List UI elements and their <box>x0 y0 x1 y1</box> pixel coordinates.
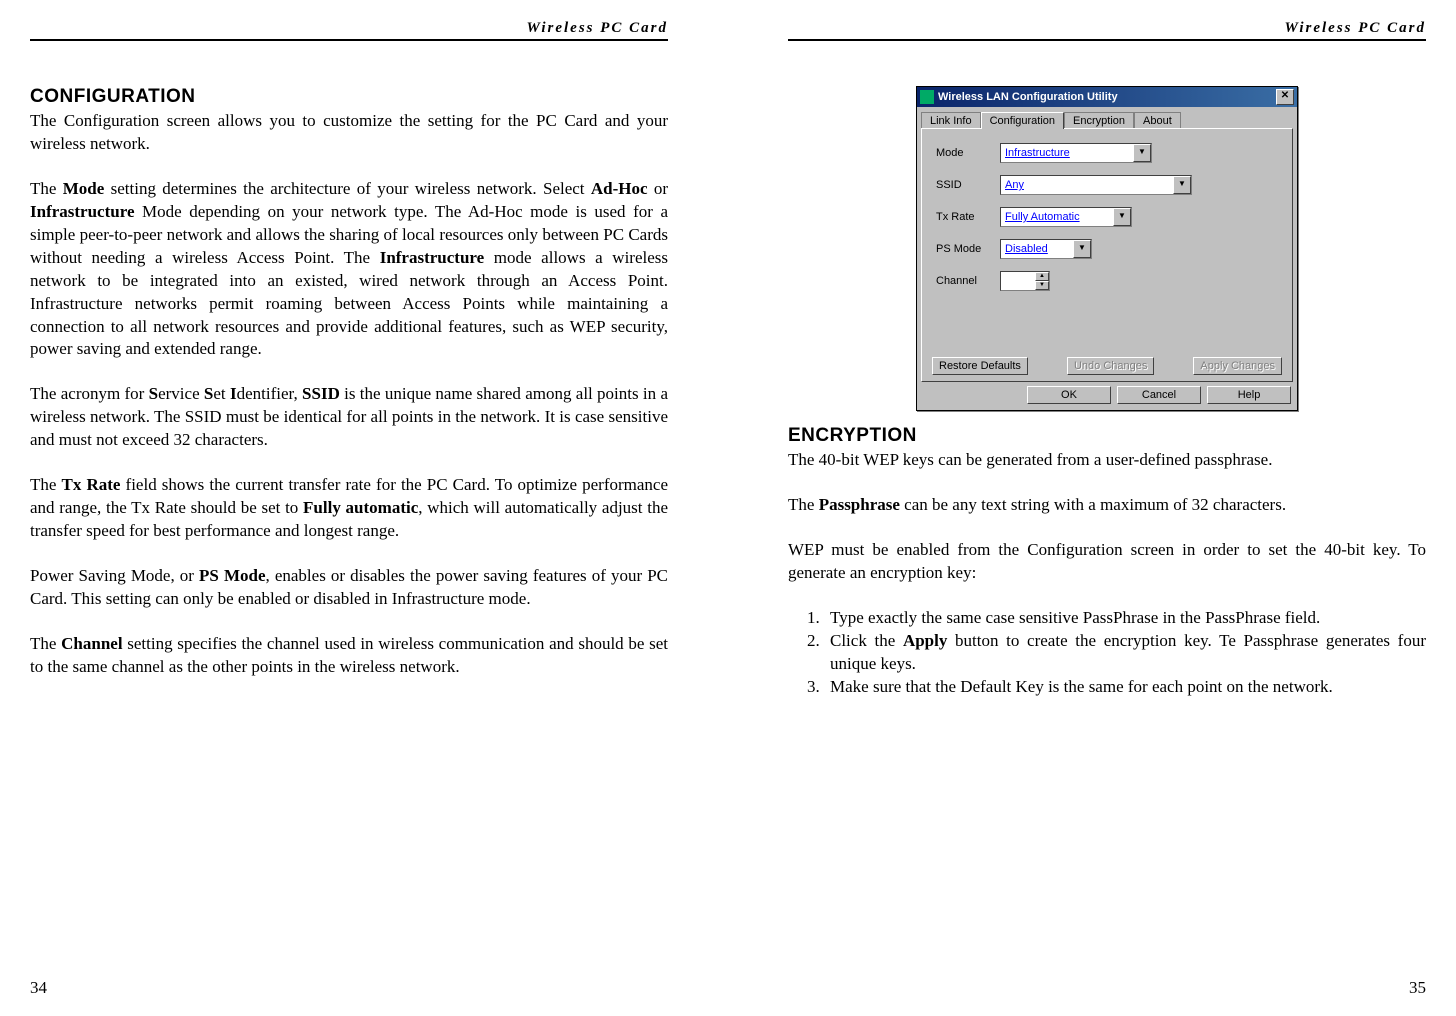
step-2: Click the Apply button to create the enc… <box>824 630 1426 676</box>
header-right: Wireless PC Card <box>788 20 1426 41</box>
channel-paragraph: The Channel setting specifies the channe… <box>30 633 668 679</box>
txrate-label: Tx Rate <box>936 211 1000 223</box>
channel-label: Channel <box>936 275 1000 287</box>
txrate-combo[interactable]: Fully Automatic ▼ <box>1000 207 1132 227</box>
chevron-down-icon[interactable]: ▼ <box>1113 208 1131 226</box>
mode-paragraph: The Mode setting determines the architec… <box>30 178 668 362</box>
restore-defaults-button[interactable]: Restore Defaults <box>932 357 1028 375</box>
mode-label: Mode <box>936 147 1000 159</box>
window-titlebar[interactable]: Wireless LAN Configuration Utility ✕ <box>917 87 1297 107</box>
txrate-paragraph: The Tx Rate field shows the current tran… <box>30 474 668 543</box>
config-utility-window: Wireless LAN Configuration Utility ✕ Lin… <box>916 86 1298 411</box>
mode-combo[interactable]: Infrastructure ▼ <box>1000 143 1152 163</box>
encryption-heading: ENCRYPTION <box>788 425 1426 447</box>
dialog-buttons: OK Cancel Help <box>917 386 1297 410</box>
psmode-label: PS Mode <box>936 243 1000 255</box>
cancel-button[interactable]: Cancel <box>1117 386 1201 404</box>
spinner-up-icon[interactable]: ▲ <box>1035 272 1049 281</box>
ssid-value: Any <box>1001 179 1173 191</box>
step-3: Make sure that the Default Key is the sa… <box>824 676 1426 699</box>
ssid-label: SSID <box>936 179 1000 191</box>
ok-button[interactable]: OK <box>1027 386 1111 404</box>
config-heading: CONFIGURATION <box>30 86 668 108</box>
txrate-value: Fully Automatic <box>1001 211 1113 223</box>
chevron-down-icon[interactable]: ▼ <box>1133 144 1151 162</box>
spinner-down-icon[interactable]: ▼ <box>1035 281 1049 290</box>
tab-configuration[interactable]: Configuration <box>981 112 1064 129</box>
psmode-value: Disabled <box>1001 243 1073 255</box>
psmode-combo[interactable]: Disabled ▼ <box>1000 239 1092 259</box>
tab-link-info[interactable]: Link Info <box>921 112 981 129</box>
undo-changes-button[interactable]: Undo Changes <box>1067 357 1154 375</box>
chevron-down-icon[interactable]: ▼ <box>1073 240 1091 258</box>
page-number-left: 34 <box>30 978 47 998</box>
ssid-combo[interactable]: Any ▼ <box>1000 175 1192 195</box>
chevron-down-icon[interactable]: ▼ <box>1173 176 1191 194</box>
page-number-right: 35 <box>1409 978 1426 998</box>
page-right: Wireless PC Card Wireless LAN Configurat… <box>728 0 1456 1016</box>
encryption-steps: Type exactly the same case sensitive Pas… <box>788 607 1426 699</box>
mode-value: Infrastructure <box>1001 147 1133 159</box>
ssid-paragraph: The acronym for Service Set Identifier, … <box>30 383 668 452</box>
config-panel: Mode Infrastructure ▼ SSID Any ▼ <box>921 128 1293 382</box>
tab-about[interactable]: About <box>1134 112 1181 129</box>
page-left: Wireless PC Card CONFIGURATION The Confi… <box>0 0 728 1016</box>
config-intro: The Configuration screen allows you to c… <box>30 110 668 156</box>
step-1: Type exactly the same case sensitive Pas… <box>824 607 1426 630</box>
passphrase-paragraph: The Passphrase can be any text string wi… <box>788 494 1426 517</box>
tab-strip: Link Info Configuration Encryption About <box>917 107 1297 128</box>
apply-changes-button[interactable]: Apply Changes <box>1193 357 1282 375</box>
window-title: Wireless LAN Configuration Utility <box>938 91 1276 103</box>
app-icon <box>920 90 934 104</box>
psmode-paragraph: Power Saving Mode, or PS Mode, enables o… <box>30 565 668 611</box>
close-icon[interactable]: ✕ <box>1276 89 1294 105</box>
screenshot-container: Wireless LAN Configuration Utility ✕ Lin… <box>788 86 1426 411</box>
encryption-intro: The 40-bit WEP keys can be generated fro… <box>788 449 1426 472</box>
channel-spinner[interactable]: ▲ ▼ <box>1000 271 1050 291</box>
help-button[interactable]: Help <box>1207 386 1291 404</box>
channel-value[interactable] <box>1001 272 1035 290</box>
header-left: Wireless PC Card <box>30 20 668 41</box>
wep-instructions: WEP must be enabled from the Configurati… <box>788 539 1426 585</box>
tab-encryption[interactable]: Encryption <box>1064 112 1134 129</box>
